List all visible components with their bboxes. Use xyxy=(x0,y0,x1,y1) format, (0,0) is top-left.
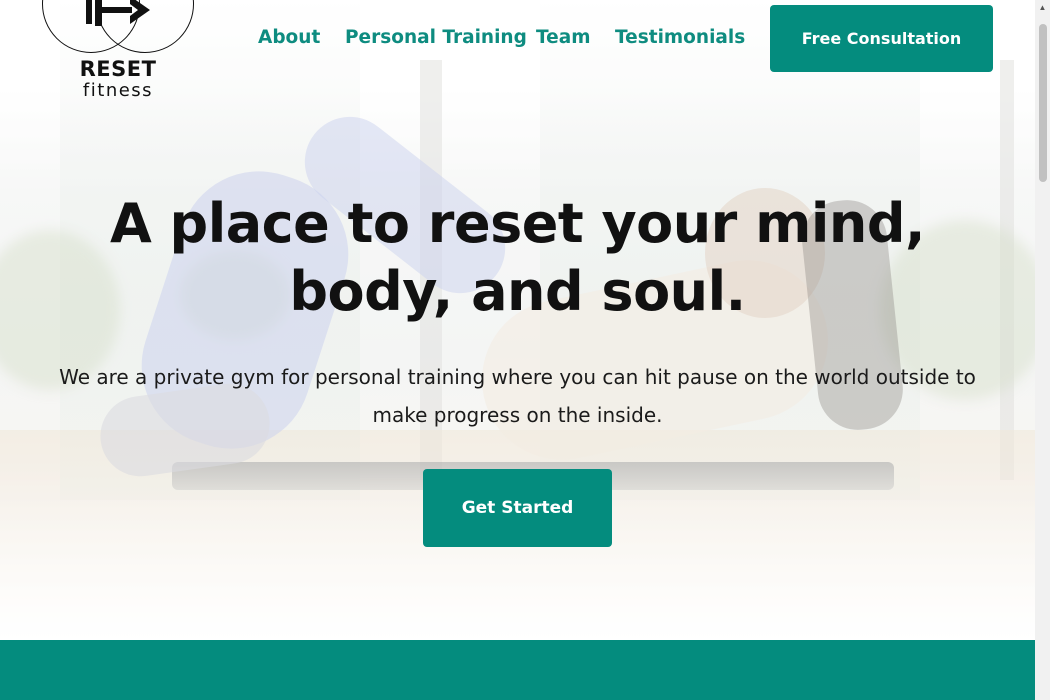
nav-link-testimonials[interactable]: Testimonials xyxy=(615,26,745,50)
page: RESET fitness About Personal Training Te… xyxy=(0,0,1035,700)
logo[interactable]: RESET fitness xyxy=(42,0,194,105)
nav-link-team[interactable]: Team xyxy=(536,26,590,50)
next-section-band xyxy=(0,640,1035,700)
vertical-scrollbar[interactable]: ▲ xyxy=(1035,0,1050,700)
scrollbar-thumb[interactable] xyxy=(1039,24,1047,182)
nav-link-about[interactable]: About xyxy=(258,26,320,50)
nav-link-personal-training[interactable]: Personal Training xyxy=(345,26,527,50)
hero-description: We are a private gym for personal traini… xyxy=(59,365,976,427)
get-started-button[interactable]: Get Started xyxy=(423,469,612,547)
brand-tagline: fitness xyxy=(82,80,154,101)
dumbbell-icon xyxy=(86,0,150,26)
brand-name: RESET xyxy=(79,57,157,81)
scroll-up-arrow-icon[interactable]: ▲ xyxy=(1035,0,1050,15)
free-consultation-button[interactable]: Free Consultation xyxy=(770,5,993,72)
hero-title: A place to reset your mind, body, and so… xyxy=(109,192,926,323)
